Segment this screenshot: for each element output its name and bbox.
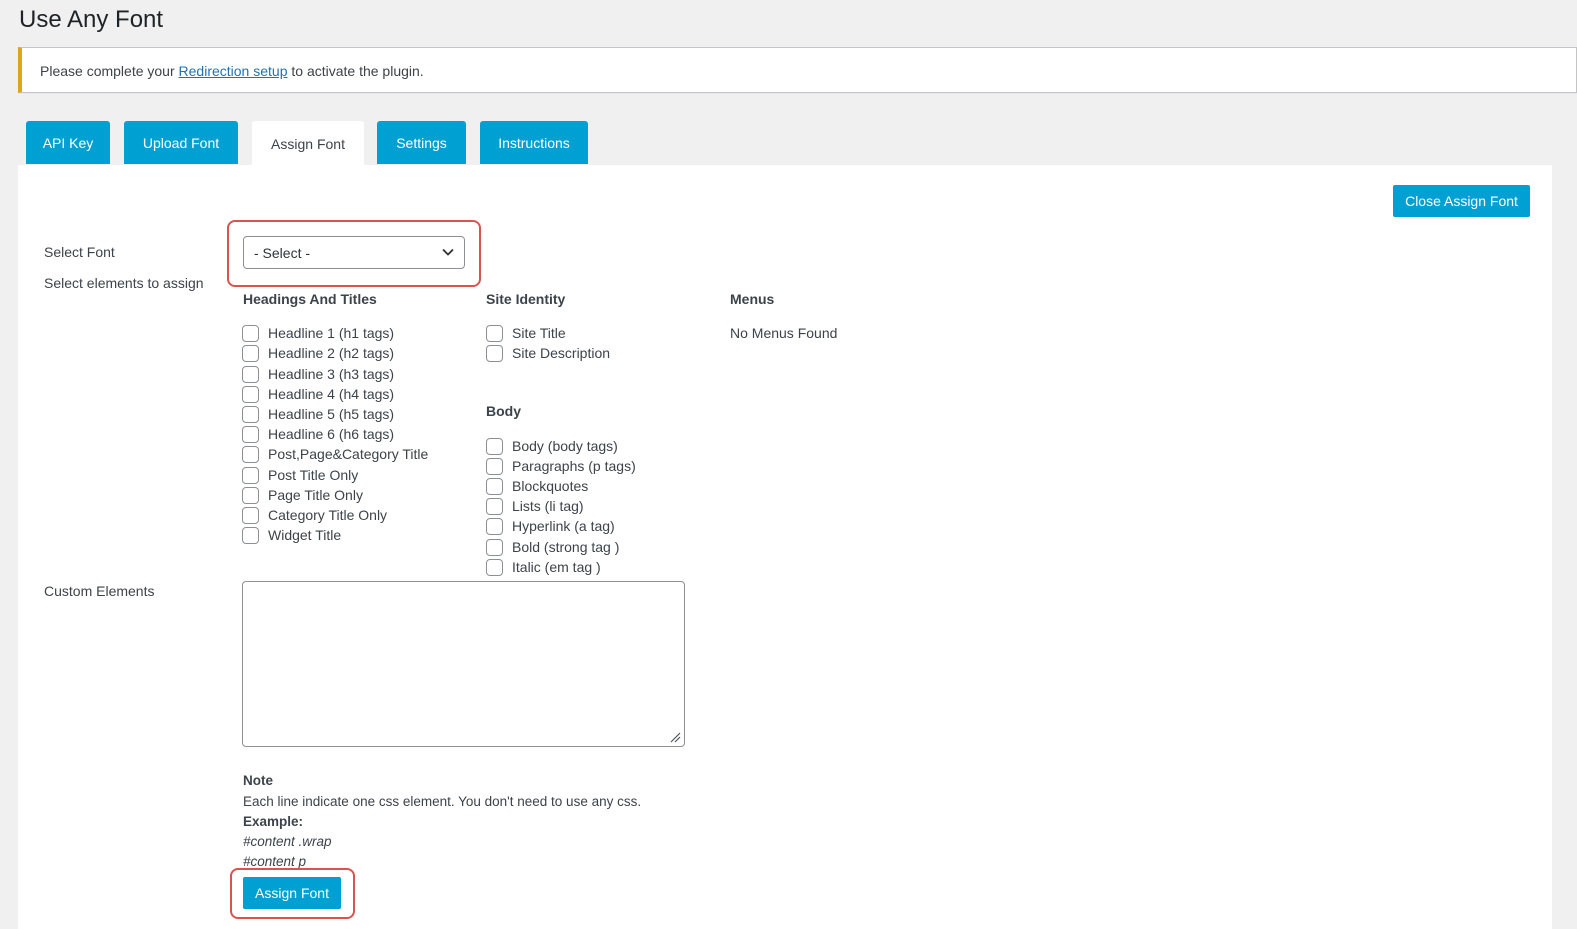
custom-elements-label: Custom Elements bbox=[44, 583, 155, 599]
tab-api-key[interactable]: API Key bbox=[26, 121, 110, 164]
checkbox-h1[interactable]: Headline 1 (h1 tags) bbox=[242, 323, 394, 343]
note-example-2: #content p bbox=[243, 854, 307, 869]
body-column-title: Body bbox=[486, 403, 521, 419]
checkbox-box[interactable] bbox=[242, 324, 259, 342]
checkbox-box[interactable] bbox=[486, 477, 503, 495]
headings-column-title: Headings And Titles bbox=[243, 291, 377, 307]
checkbox-box[interactable] bbox=[486, 324, 503, 342]
checkbox-lists[interactable]: Lists (li tag) bbox=[486, 496, 584, 516]
checkbox-box[interactable] bbox=[242, 425, 259, 443]
assign-font-button[interactable]: Assign Font bbox=[243, 877, 341, 909]
checkbox-box[interactable] bbox=[486, 517, 503, 535]
checkbox-label: Hyperlink (a tag) bbox=[512, 518, 615, 534]
checkbox-widget-title[interactable]: Widget Title bbox=[242, 525, 341, 545]
select-font-dropdown[interactable]: - Select - bbox=[243, 236, 465, 269]
checkbox-label: Blockquotes bbox=[512, 478, 589, 494]
checkbox-box[interactable] bbox=[242, 365, 259, 383]
checkbox-hyperlink[interactable]: Hyperlink (a tag) bbox=[486, 516, 615, 536]
checkbox-label: Headline 1 (h1 tags) bbox=[268, 325, 395, 341]
note-example-1: #content .wrap bbox=[243, 834, 332, 849]
notice-banner: Please complete your Redirection setup t… bbox=[18, 47, 1577, 93]
tab-upload-font[interactable]: Upload Font bbox=[124, 121, 238, 164]
checkbox-label: Bold (strong tag ) bbox=[512, 539, 620, 555]
checkbox-label: Post,Page&Category Title bbox=[268, 446, 429, 462]
no-menus-text: No Menus Found bbox=[730, 325, 838, 341]
checkbox-label: Italic (em tag ) bbox=[512, 559, 601, 575]
page-title: Use Any Font bbox=[19, 6, 164, 33]
checkbox-paragraphs[interactable]: Paragraphs (p tags) bbox=[486, 456, 636, 476]
checkbox-label: Site Title bbox=[512, 325, 566, 341]
checkbox-label: Widget Title bbox=[268, 527, 342, 543]
checkbox-box[interactable] bbox=[242, 405, 259, 423]
note-description: Each line indicate one css element. You … bbox=[243, 794, 642, 809]
checkbox-label: Lists (li tag) bbox=[512, 498, 584, 514]
checkbox-bold[interactable]: Bold (strong tag ) bbox=[486, 537, 619, 557]
checkbox-italic[interactable]: Italic (em tag ) bbox=[486, 557, 601, 577]
checkbox-category-title-only[interactable]: Category Title Only bbox=[242, 505, 387, 525]
checkbox-post-page-category-title[interactable]: Post,Page&Category Title bbox=[242, 444, 428, 464]
checkbox-label: Headline 2 (h2 tags) bbox=[268, 345, 395, 361]
checkbox-h4[interactable]: Headline 4 (h4 tags) bbox=[242, 384, 394, 404]
note-example-label: Example: bbox=[243, 814, 304, 829]
select-font-label: Select Font bbox=[44, 244, 115, 260]
checkbox-box[interactable] bbox=[242, 344, 259, 362]
checkbox-label: Site Description bbox=[512, 345, 611, 361]
checkbox-box[interactable] bbox=[486, 538, 503, 556]
checkbox-label: Page Title Only bbox=[268, 487, 363, 503]
custom-elements-textarea[interactable] bbox=[242, 581, 685, 747]
checkbox-label: Headline 3 (h3 tags) bbox=[268, 366, 395, 382]
note-title: Note bbox=[243, 773, 273, 788]
checkbox-h5[interactable]: Headline 5 (h5 tags) bbox=[242, 404, 394, 424]
checkbox-label: Headline 6 (h6 tags) bbox=[268, 426, 395, 442]
close-assign-font-button[interactable]: Close Assign Font bbox=[1393, 185, 1530, 217]
checkbox-site-title[interactable]: Site Title bbox=[486, 323, 566, 343]
site-identity-column-title: Site Identity bbox=[486, 291, 566, 307]
notice-prefix: Please complete your bbox=[40, 63, 179, 79]
checkbox-box[interactable] bbox=[242, 445, 259, 463]
checkbox-box[interactable] bbox=[486, 497, 503, 515]
checkbox-label: Body (body tags) bbox=[512, 438, 618, 454]
checkbox-label: Post Title Only bbox=[268, 467, 359, 483]
checkbox-site-description[interactable]: Site Description bbox=[486, 343, 610, 363]
checkbox-box[interactable] bbox=[242, 526, 259, 544]
checkbox-box[interactable] bbox=[242, 385, 259, 403]
checkbox-h3[interactable]: Headline 3 (h3 tags) bbox=[242, 364, 394, 384]
checkbox-label: Paragraphs (p tags) bbox=[512, 458, 636, 474]
checkbox-box[interactable] bbox=[486, 344, 503, 362]
checkbox-post-title-only[interactable]: Post Title Only bbox=[242, 465, 358, 485]
checkbox-h6[interactable]: Headline 6 (h6 tags) bbox=[242, 424, 394, 444]
menus-column-title: Menus bbox=[730, 291, 775, 307]
resize-handle-icon[interactable] bbox=[669, 731, 681, 743]
checkbox-box[interactable] bbox=[242, 486, 259, 504]
select-value: - Select - bbox=[254, 244, 311, 261]
checkbox-h2[interactable]: Headline 2 (h2 tags) bbox=[242, 343, 394, 363]
checkbox-body-tags[interactable]: Body (body tags) bbox=[486, 436, 618, 456]
checkbox-box[interactable] bbox=[486, 457, 503, 475]
chevron-down-icon bbox=[442, 248, 454, 256]
checkbox-box[interactable] bbox=[486, 437, 503, 455]
tab-settings[interactable]: Settings bbox=[377, 121, 466, 164]
checkbox-box[interactable] bbox=[242, 506, 259, 524]
checkbox-label: Category Title Only bbox=[268, 507, 388, 523]
redirection-setup-link[interactable]: Redirection setup bbox=[179, 63, 288, 79]
checkbox-label: Headline 5 (h5 tags) bbox=[268, 406, 395, 422]
checkbox-blockquotes[interactable]: Blockquotes bbox=[486, 476, 588, 496]
checkbox-box[interactable] bbox=[486, 558, 503, 576]
checkbox-label: Headline 4 (h4 tags) bbox=[268, 386, 395, 402]
select-elements-label: Select elements to assign bbox=[44, 275, 204, 291]
tab-assign-font[interactable]: Assign Font bbox=[252, 121, 364, 166]
checkbox-page-title-only[interactable]: Page Title Only bbox=[242, 485, 363, 505]
notice-suffix: to activate the plugin. bbox=[287, 63, 424, 79]
tab-instructions[interactable]: Instructions bbox=[480, 121, 588, 164]
checkbox-box[interactable] bbox=[242, 466, 259, 484]
